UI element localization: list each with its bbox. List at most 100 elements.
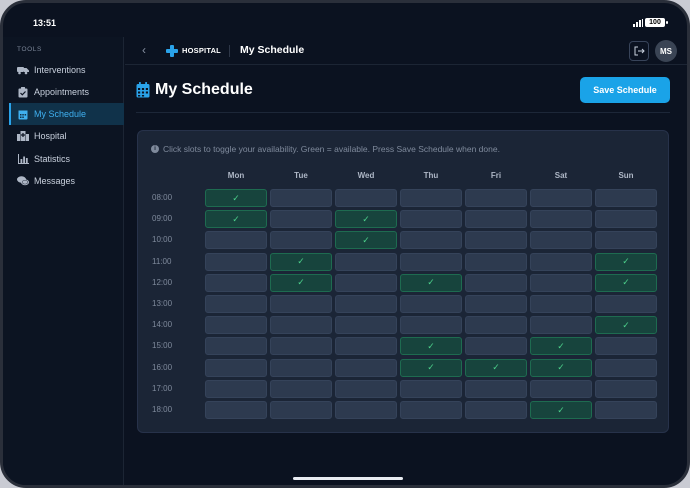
- schedule-slot[interactable]: [205, 358, 267, 377]
- schedule-slot[interactable]: [335, 401, 397, 419]
- schedule-slot[interactable]: ✓: [400, 358, 462, 377]
- schedule-slot[interactable]: [595, 379, 657, 398]
- schedule-slot[interactable]: [205, 295, 267, 313]
- sidebar-item-hospital[interactable]: Hospital: [9, 125, 124, 147]
- schedule-slot[interactable]: [270, 210, 332, 229]
- check-icon: ✓: [427, 362, 435, 373]
- schedule-slot[interactable]: [270, 295, 332, 313]
- schedule-slot[interactable]: [530, 273, 592, 292]
- schedule-slot[interactable]: [595, 401, 657, 419]
- sidebar-item-interventions[interactable]: Interventions: [9, 59, 124, 81]
- chevron-left-icon[interactable]: ‹: [142, 43, 146, 57]
- schedule-slot[interactable]: [400, 295, 462, 313]
- schedule-slot[interactable]: ✓: [465, 358, 527, 377]
- check-icon: ✓: [297, 277, 305, 288]
- sidebar-item-messages[interactable]: Messages: [9, 170, 124, 192]
- schedule-slot[interactable]: [400, 401, 462, 419]
- schedule-slot[interactable]: [270, 231, 332, 250]
- schedule-slot[interactable]: [595, 210, 657, 229]
- schedule-slot[interactable]: [465, 379, 527, 398]
- schedule-slot[interactable]: ✓: [270, 273, 332, 292]
- sidebar-item-statistics[interactable]: Statistics: [9, 148, 124, 170]
- schedule-slot[interactable]: [335, 189, 397, 207]
- schedule-slot[interactable]: [465, 210, 527, 229]
- schedule-slot[interactable]: [205, 337, 267, 356]
- schedule-slot[interactable]: [595, 295, 657, 313]
- schedule-slot[interactable]: [530, 316, 592, 335]
- schedule-slot[interactable]: [400, 231, 462, 250]
- schedule-slot[interactable]: ✓: [530, 337, 592, 356]
- schedule-slot[interactable]: [400, 210, 462, 229]
- schedule-slot[interactable]: ✓: [530, 401, 592, 419]
- sidebar-item-label: Appointments: [34, 87, 90, 97]
- save-schedule-button[interactable]: Save Schedule: [580, 77, 670, 103]
- schedule-slot[interactable]: ✓: [270, 252, 332, 271]
- schedule-slot[interactable]: ✓: [400, 273, 462, 292]
- schedule-slot[interactable]: [465, 252, 527, 271]
- schedule-slot[interactable]: ✓: [595, 273, 657, 292]
- schedule-slot[interactable]: ✓: [205, 210, 267, 229]
- schedule-slot[interactable]: [530, 252, 592, 271]
- chat-bubbles-icon: [17, 175, 29, 187]
- schedule-slot[interactable]: [400, 379, 462, 398]
- schedule-slot[interactable]: [530, 295, 592, 313]
- check-icon: ✓: [362, 234, 370, 245]
- schedule-slot[interactable]: ✓: [595, 252, 657, 271]
- schedule-slot[interactable]: [465, 273, 527, 292]
- schedule-slot[interactable]: [400, 316, 462, 335]
- schedule-slot[interactable]: [335, 316, 397, 335]
- schedule-slot[interactable]: [335, 252, 397, 271]
- schedule-slot[interactable]: [595, 189, 657, 207]
- schedule-slot[interactable]: [465, 189, 527, 207]
- info-message: i Click slots to toggle your availabilit…: [151, 144, 500, 154]
- schedule-slot[interactable]: ✓: [205, 189, 267, 207]
- schedule-slot[interactable]: [465, 316, 527, 335]
- schedule-slot[interactable]: [205, 231, 267, 250]
- schedule-slot[interactable]: [335, 273, 397, 292]
- schedule-slot[interactable]: [270, 401, 332, 419]
- schedule-slot[interactable]: [205, 316, 267, 335]
- time-label: 08:00: [152, 193, 173, 202]
- avatar[interactable]: MS: [655, 40, 677, 62]
- schedule-slot[interactable]: [595, 337, 657, 356]
- schedule-slot[interactable]: [205, 273, 267, 292]
- schedule-slot[interactable]: [465, 401, 527, 419]
- page-title-topbar: My Schedule: [240, 44, 305, 56]
- schedule-slot[interactable]: [335, 379, 397, 398]
- schedule-slot[interactable]: [400, 252, 462, 271]
- schedule-slot[interactable]: [270, 316, 332, 335]
- sidebar-item-appointments[interactable]: Appointments: [9, 81, 124, 103]
- sidebar-item-label: My Schedule: [34, 109, 87, 119]
- schedule-slot[interactable]: ✓: [595, 316, 657, 335]
- schedule-slot[interactable]: ✓: [530, 358, 592, 377]
- schedule-slot[interactable]: ✓: [335, 210, 397, 229]
- time-label: 13:00: [152, 299, 173, 308]
- schedule-slot[interactable]: [400, 189, 462, 207]
- schedule-slot[interactable]: [205, 252, 267, 271]
- sidebar-item-my-schedule[interactable]: My Schedule: [9, 103, 124, 125]
- schedule-slot[interactable]: [530, 379, 592, 398]
- schedule-slot[interactable]: [465, 295, 527, 313]
- home-indicator[interactable]: [293, 477, 403, 480]
- time-label: 16:00: [152, 362, 173, 372]
- schedule-slot[interactable]: [465, 231, 527, 250]
- schedule-slot[interactable]: [270, 379, 332, 398]
- schedule-slot[interactable]: [465, 337, 527, 356]
- logout-button[interactable]: [629, 41, 649, 61]
- schedule-slot[interactable]: ✓: [335, 231, 397, 250]
- schedule-slot[interactable]: [335, 295, 397, 313]
- schedule-slot[interactable]: [595, 358, 657, 377]
- schedule-slot[interactable]: ✓: [400, 337, 462, 356]
- schedule-slot[interactable]: [595, 231, 657, 250]
- schedule-slot[interactable]: [335, 337, 397, 356]
- schedule-slot[interactable]: [530, 189, 592, 207]
- schedule-slot[interactable]: [335, 358, 397, 377]
- schedule-slot[interactable]: [270, 189, 332, 207]
- check-icon: ✓: [622, 319, 630, 330]
- schedule-slot[interactable]: [270, 337, 332, 356]
- schedule-slot[interactable]: [270, 358, 332, 377]
- schedule-slot[interactable]: [530, 210, 592, 229]
- schedule-slot[interactable]: [205, 379, 267, 398]
- schedule-slot[interactable]: [205, 401, 267, 419]
- schedule-slot[interactable]: [530, 231, 592, 250]
